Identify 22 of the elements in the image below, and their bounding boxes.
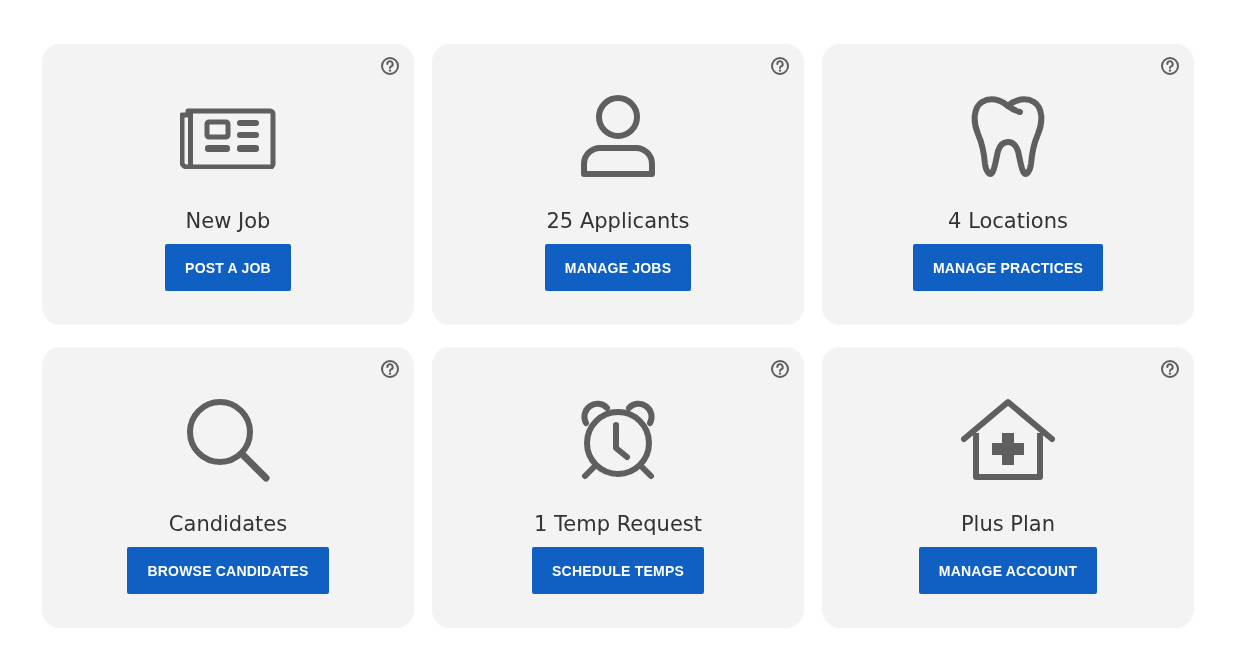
action-button[interactable]: MANAGE ACCOUNT <box>918 547 1098 594</box>
help-icon[interactable] <box>380 359 400 379</box>
help-icon[interactable] <box>380 56 400 76</box>
card-title: Candidates <box>168 511 288 537</box>
action-button[interactable]: POST A JOB <box>165 244 291 291</box>
card-title: 25 Applicants <box>546 208 690 234</box>
help-icon[interactable] <box>1160 359 1180 379</box>
action-button[interactable]: BROWSE CANDIDATES <box>127 547 329 594</box>
medical-house-icon <box>960 397 1056 483</box>
help-icon[interactable] <box>1160 56 1180 76</box>
person-icon <box>580 94 656 180</box>
card-title: 1 Temp Request <box>534 511 702 537</box>
card-title: 4 Locations <box>948 208 1068 234</box>
action-button[interactable]: MANAGE JOBS <box>544 244 692 291</box>
action-button[interactable]: MANAGE PRACTICES <box>912 244 1104 291</box>
tooth-icon <box>970 94 1046 180</box>
search-icon <box>184 396 272 484</box>
action-button[interactable]: SCHEDULE TEMPS <box>532 547 704 594</box>
help-icon[interactable] <box>770 359 790 379</box>
card-title: New Job <box>185 208 271 234</box>
card-title: Plus Plan <box>960 511 1056 537</box>
help-icon[interactable] <box>770 56 790 76</box>
